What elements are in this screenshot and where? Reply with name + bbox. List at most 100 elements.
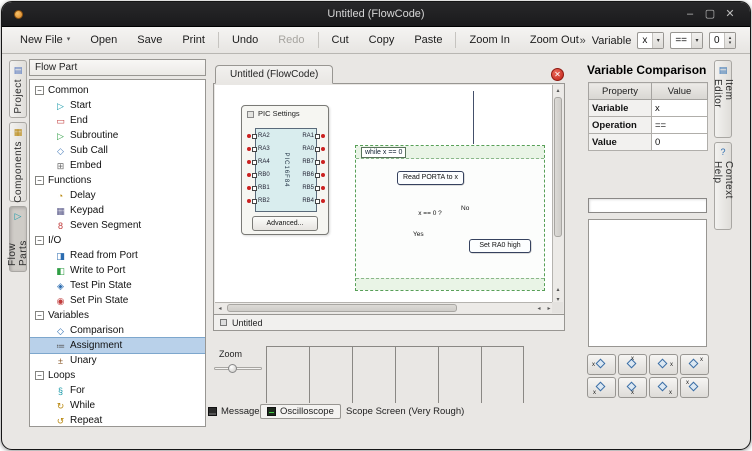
pin-box-icon[interactable] bbox=[315, 160, 320, 165]
scroll-left-icon[interactable]: ◂ bbox=[534, 303, 544, 313]
pin-box-icon[interactable] bbox=[252, 173, 257, 178]
tree-row[interactable]: ◧ Write to Port bbox=[30, 263, 205, 278]
pin-dot-icon[interactable] bbox=[321, 186, 325, 190]
comparison-template-button[interactable]: x bbox=[680, 377, 709, 398]
print-button[interactable]: Print bbox=[172, 29, 215, 51]
tree-row[interactable]: § For bbox=[30, 383, 205, 398]
table-row[interactable]: Variable x bbox=[589, 100, 708, 117]
flow-part-tree[interactable]: Common ▷ Start ▭ End ▷ Subroutine ◇ Sub … bbox=[29, 79, 206, 427]
undo-button[interactable]: Undo bbox=[222, 29, 268, 51]
tree-row[interactable]: ▦ Keypad bbox=[30, 203, 205, 218]
while-loop-label[interactable]: while x == 0 bbox=[361, 147, 406, 158]
paste-button[interactable]: Paste bbox=[404, 29, 452, 51]
chevron-down-icon[interactable]: ▾ bbox=[652, 33, 663, 48]
tree-expander-icon[interactable] bbox=[35, 176, 44, 185]
tree-row[interactable]: Functions bbox=[30, 173, 205, 188]
comparison-template-button[interactable]: x bbox=[618, 354, 647, 375]
pin-dot-icon[interactable] bbox=[247, 134, 251, 138]
tree-row[interactable]: ↺ Repeat bbox=[30, 413, 205, 427]
operator-select[interactable]: == ▾ bbox=[670, 32, 703, 49]
spinner-arrows-icon[interactable]: ▴▾ bbox=[724, 33, 735, 48]
tree-expander-icon[interactable] bbox=[35, 236, 44, 245]
pin-dot-icon[interactable] bbox=[247, 173, 251, 177]
pin-box-icon[interactable] bbox=[315, 147, 320, 152]
pin-dot-icon[interactable] bbox=[247, 160, 251, 164]
tree-row[interactable]: ◉ Set Pin State bbox=[30, 293, 205, 308]
pin-box-icon[interactable] bbox=[252, 199, 257, 204]
tab-oscilloscope[interactable]: Oscilloscope bbox=[260, 404, 341, 419]
sidebar-tab-flow-parts[interactable]: ▷ Flow Parts bbox=[9, 206, 27, 272]
property-value-input[interactable] bbox=[588, 198, 707, 213]
pin-box-icon[interactable] bbox=[252, 134, 257, 139]
comparison-template-button[interactable]: x bbox=[618, 377, 647, 398]
comparison-template-button[interactable]: x bbox=[680, 354, 709, 375]
document-subtab[interactable]: Untitled bbox=[213, 315, 565, 331]
vertical-scrollbar[interactable]: ▴ ▴ ▾ bbox=[552, 85, 563, 304]
toolbar-overflow-icon[interactable]: » bbox=[580, 35, 586, 47]
tree-row[interactable]: ◈ Test Pin State bbox=[30, 278, 205, 293]
document-tab[interactable]: Untitled (FlowCode) bbox=[215, 65, 333, 84]
comparison-template-button[interactable]: x bbox=[649, 377, 678, 398]
tree-row[interactable]: ▭ End bbox=[30, 113, 205, 128]
decision-label[interactable]: x == 0 ? bbox=[404, 210, 456, 217]
pin-box-icon[interactable] bbox=[252, 160, 257, 165]
save-button[interactable]: Save bbox=[127, 29, 172, 51]
advanced-button[interactable]: Advanced... bbox=[252, 216, 318, 231]
value-spinner[interactable]: 0 ▴▾ bbox=[709, 32, 736, 49]
tree-row[interactable]: ⊞ Embed bbox=[30, 158, 205, 173]
sidebar-tab-components[interactable]: ▦ Components bbox=[9, 122, 27, 202]
new-file-button[interactable]: New File▾ bbox=[10, 29, 80, 51]
tree-row[interactable]: Loops bbox=[30, 368, 205, 383]
zoom-out-button[interactable]: Zoom Out bbox=[520, 29, 589, 51]
scroll-up-icon[interactable]: ▴ bbox=[553, 85, 563, 95]
comparison-template-button[interactable]: x bbox=[587, 377, 616, 398]
copy-button[interactable]: Copy bbox=[359, 29, 405, 51]
cut-button[interactable]: Cut bbox=[322, 29, 359, 51]
comparison-template-button[interactable]: x bbox=[649, 354, 678, 375]
tree-expander-icon[interactable] bbox=[35, 371, 44, 380]
tree-row[interactable]: ◔ Delay bbox=[30, 188, 205, 203]
tree-row[interactable]: ≔ Assignment bbox=[30, 338, 205, 353]
minimize-icon[interactable]: – bbox=[682, 2, 698, 27]
tree-row[interactable]: ◨ Read from Port bbox=[30, 248, 205, 263]
sidebar-tab-project[interactable]: ▤ Project bbox=[9, 60, 27, 118]
pin-dot-icon[interactable] bbox=[321, 147, 325, 151]
tree-row[interactable]: Common bbox=[30, 83, 205, 98]
pin-dot-icon[interactable] bbox=[247, 199, 251, 203]
pin-box-icon[interactable] bbox=[315, 186, 320, 191]
tree-row[interactable]: ▷ Subroutine bbox=[30, 128, 205, 143]
table-row[interactable]: Operation == bbox=[589, 117, 708, 134]
table-row[interactable]: Value 0 bbox=[589, 134, 708, 151]
pin-box-icon[interactable] bbox=[315, 199, 320, 204]
pin-dot-icon[interactable] bbox=[247, 186, 251, 190]
sidebar-tab-context-help[interactable]: ? Context Help bbox=[714, 142, 732, 230]
vertical-scroll-thumb[interactable] bbox=[554, 97, 562, 237]
pin-dot-icon[interactable] bbox=[321, 173, 325, 177]
tree-row[interactable]: Variables bbox=[30, 308, 205, 323]
tree-expander-icon[interactable] bbox=[35, 86, 44, 95]
maximize-icon[interactable]: ▢ bbox=[702, 2, 718, 27]
titlebar[interactable]: Untitled (FlowCode) – ▢ ✕ bbox=[2, 2, 750, 27]
flow-part-header[interactable]: Flow Part bbox=[29, 59, 206, 76]
pin-box-icon[interactable] bbox=[315, 134, 320, 139]
set-ra0-box[interactable]: Set RA0 high bbox=[469, 239, 531, 253]
tree-row[interactable]: ± Unary bbox=[30, 353, 205, 368]
scroll-left-icon[interactable]: ◂ bbox=[215, 303, 225, 313]
horizontal-scrollbar[interactable]: ◂ ◂ ▸ bbox=[215, 302, 554, 313]
zoom-slider[interactable] bbox=[214, 364, 262, 374]
tree-row[interactable]: I/O bbox=[30, 233, 205, 248]
pin-box-icon[interactable] bbox=[252, 186, 257, 191]
item-editor-preview-area[interactable] bbox=[588, 219, 707, 347]
tree-row[interactable]: ◇ Comparison bbox=[30, 323, 205, 338]
zoom-in-button[interactable]: Zoom In bbox=[459, 29, 519, 51]
pin-dot-icon[interactable] bbox=[321, 199, 325, 203]
horizontal-scroll-thumb[interactable] bbox=[227, 304, 457, 312]
tab-scope-screen[interactable]: Scope Screen (Very Rough) bbox=[340, 404, 470, 419]
pin-box-icon[interactable] bbox=[252, 147, 257, 152]
tree-row[interactable]: 8 Seven Segment bbox=[30, 218, 205, 233]
document-close-button[interactable]: ✕ bbox=[551, 68, 564, 81]
pin-dot-icon[interactable] bbox=[321, 134, 325, 138]
close-icon[interactable]: ✕ bbox=[722, 2, 738, 27]
variable-select[interactable]: x ▾ bbox=[637, 32, 664, 49]
comparison-template-button[interactable]: x bbox=[587, 354, 616, 375]
